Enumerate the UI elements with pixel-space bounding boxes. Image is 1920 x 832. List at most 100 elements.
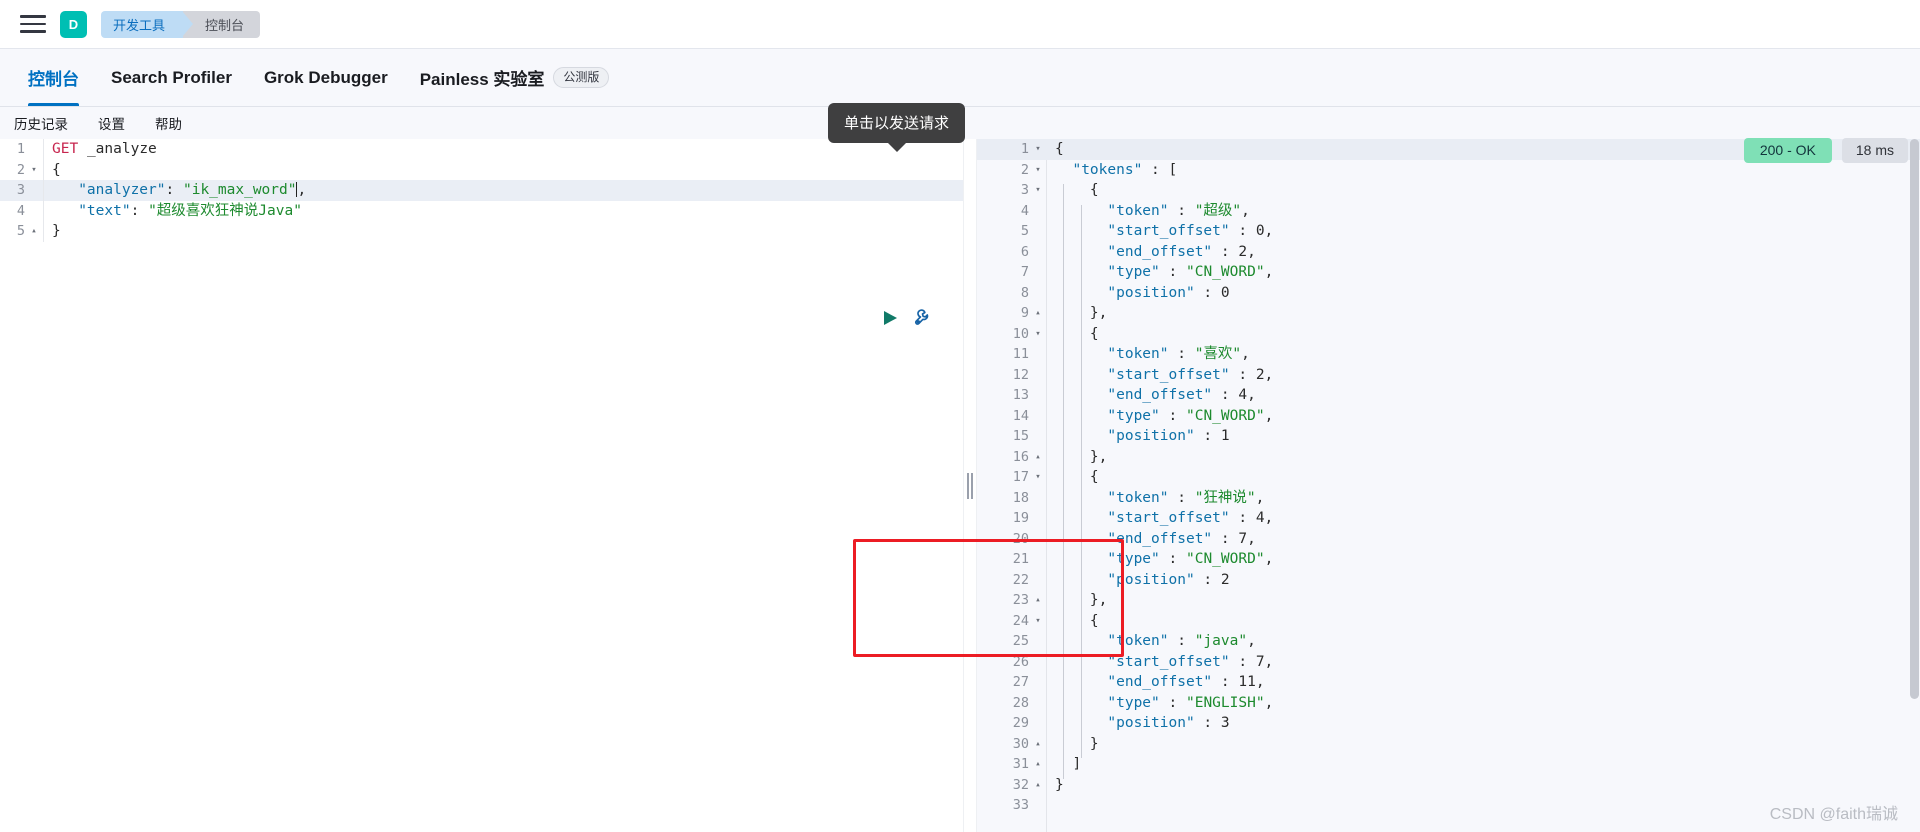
- code-line-content: "token" : "喜欢",: [1047, 344, 1250, 365]
- code-token: :: [1159, 407, 1186, 424]
- code-line[interactable]: 18 "token" : "狂神说",: [977, 488, 1920, 509]
- code-line[interactable]: 25 "token" : "java",: [977, 631, 1920, 652]
- fold-toggle-icon[interactable]: ▾: [1033, 160, 1043, 181]
- line-number: 10: [1012, 325, 1029, 342]
- code-line[interactable]: 31 ▴ ]: [977, 754, 1920, 775]
- code-line-content: "token" : "狂神说",: [1047, 488, 1264, 509]
- code-line[interactable]: 24 ▾ {: [977, 611, 1920, 632]
- code-line[interactable]: 4 "text": "超级喜欢狂神说Java": [0, 200, 963, 221]
- fold-toggle-icon[interactable]: ▴: [29, 221, 39, 242]
- code-line[interactable]: 3 ▾ {: [977, 180, 1920, 201]
- code-line[interactable]: 14 "type" : "CN_WORD",: [977, 406, 1920, 427]
- breadcrumb-item-console[interactable]: 控制台: [183, 10, 261, 38]
- fold-toggle-icon[interactable]: ▾: [1033, 139, 1043, 160]
- code-token: 1: [1220, 428, 1230, 444]
- response-viewer-pane[interactable]: 1 ▾{2 ▾ "tokens" : [3 ▾ {4 "token" : "超级", 5…: [977, 139, 1920, 832]
- code-line-content: "position" : 0: [1047, 283, 1229, 304]
- code-line[interactable]: 29 "position" : 3: [977, 713, 1920, 734]
- subnav-item-help[interactable]: 帮助: [155, 113, 182, 133]
- tab-console[interactable]: 控制台: [12, 49, 95, 106]
- code-line[interactable]: 23 ▴ },: [977, 590, 1920, 611]
- pane-splitter-handle[interactable]: [963, 139, 977, 832]
- code-line[interactable]: 32 ▴}: [977, 775, 1920, 796]
- code-line[interactable]: 33: [977, 795, 1920, 816]
- response-editor-lines[interactable]: 1 ▾{2 ▾ "tokens" : [3 ▾ {4 "token" : "超级", 5…: [977, 139, 1920, 816]
- fold-toggle-icon[interactable]: ▴: [1033, 590, 1043, 611]
- code-line[interactable]: 30 ▴ }: [977, 734, 1920, 755]
- code-token: 4: [1238, 387, 1248, 403]
- wrench-icon[interactable]: [912, 307, 933, 328]
- tab-search-profiler[interactable]: Search Profiler: [95, 49, 248, 106]
- fold-toggle-icon[interactable]: ▾: [1033, 180, 1043, 201]
- request-editor-lines[interactable]: 1 GET _analyze 2 ▾{3 "analyzer": "ik_max_wo…: [0, 139, 963, 242]
- code-token: }: [1055, 776, 1064, 793]
- code-token: }: [52, 223, 61, 239]
- line-number-gutter: 33: [977, 795, 1047, 816]
- code-token: :: [1212, 387, 1239, 403]
- tab-grok-debugger[interactable]: Grok Debugger: [248, 49, 404, 106]
- code-line[interactable]: 21 "type" : "CN_WORD",: [977, 549, 1920, 570]
- code-line[interactable]: 17 ▾ {: [977, 467, 1920, 488]
- code-line[interactable]: 22 "position" : 2: [977, 570, 1920, 591]
- code-token: "CN_WORD": [1185, 407, 1265, 424]
- code-line[interactable]: 7 "type" : "CN_WORD",: [977, 262, 1920, 283]
- subnav-item-history[interactable]: 历史记录: [14, 113, 68, 133]
- code-line[interactable]: 5 "start_offset" : 0,: [977, 221, 1920, 242]
- code-token: :: [1194, 715, 1221, 731]
- fold-toggle-icon[interactable]: ▴: [1033, 775, 1043, 796]
- line-number: 29: [1012, 715, 1029, 731]
- code-line[interactable]: 6 "end_offset" : 2,: [977, 242, 1920, 263]
- fold-toggle-icon[interactable]: ▴: [1033, 754, 1043, 775]
- code-line[interactable]: 5 ▴}: [0, 221, 963, 242]
- fold-toggle-icon[interactable]: ▾: [1033, 324, 1043, 345]
- fold-toggle-icon[interactable]: ▴: [1033, 734, 1043, 755]
- request-editor-pane[interactable]: 1 GET _analyze 2 ▾{3 "analyzer": "ik_max_wo…: [0, 139, 963, 832]
- fold-toggle-icon[interactable]: ▾: [1033, 467, 1043, 488]
- code-line[interactable]: 2 ▾ {: [0, 159, 963, 181]
- code-token: "ENGLISH": [1185, 694, 1265, 711]
- hamburger-menu-icon[interactable]: [20, 13, 46, 35]
- fold-toggle-icon[interactable]: ▾: [1033, 611, 1043, 632]
- code-line[interactable]: 16 ▴ },: [977, 447, 1920, 468]
- code-line[interactable]: 1 GET _analyze: [0, 139, 963, 160]
- code-line[interactable]: 20 "end_offset" : 7,: [977, 529, 1920, 550]
- code-token: "token": [1107, 633, 1169, 649]
- request-editor[interactable]: 1 GET _analyze 2 ▾{3 "analyzer": "ik_max_wo…: [0, 139, 963, 832]
- code-line[interactable]: 4 "token" : "超级",: [977, 201, 1920, 222]
- code-token: "position": [1107, 428, 1195, 444]
- scrollbar-thumb[interactable]: [1910, 139, 1919, 699]
- play-triangle-icon[interactable]: [880, 308, 900, 328]
- code-line[interactable]: 12 "start_offset" : 2,: [977, 365, 1920, 386]
- fold-toggle-icon[interactable]: ▾: [29, 160, 39, 181]
- fold-toggle-icon[interactable]: ▴: [1033, 447, 1043, 468]
- console-workbench: 1 GET _analyze 2 ▾{3 "analyzer": "ik_max_wo…: [0, 139, 1920, 832]
- status-badge-http-code: 200 - OK: [1743, 138, 1832, 163]
- code-token: ,: [1264, 223, 1274, 239]
- code-line[interactable]: 10 ▾ {: [977, 324, 1920, 345]
- fold-toggle-icon[interactable]: ▴: [1033, 303, 1043, 324]
- breadcrumb-item-devtools[interactable]: 开发工具: [101, 10, 194, 38]
- avatar[interactable]: D: [60, 10, 87, 38]
- code-line[interactable]: 28 "type" : "ENGLISH",: [977, 693, 1920, 714]
- code-line[interactable]: 26 "start_offset" : 7,: [977, 652, 1920, 673]
- response-editor[interactable]: 1 ▾{2 ▾ "tokens" : [3 ▾ {4 "token" : "超级", 5…: [977, 139, 1920, 832]
- code-token: ,: [1264, 694, 1274, 711]
- code-line[interactable]: 19 "start_offset" : 4,: [977, 508, 1920, 529]
- line-number-gutter: 25: [977, 631, 1047, 652]
- code-line[interactable]: 9 ▴ },: [977, 303, 1920, 324]
- code-token: 4: [1255, 510, 1265, 526]
- code-line[interactable]: 8 "position" : 0: [977, 283, 1920, 304]
- code-token: 7: [1238, 530, 1248, 547]
- tab-painless-lab[interactable]: Painless 实验室 公测版: [404, 49, 626, 106]
- code-line[interactable]: 27 "end_offset" : 11,: [977, 672, 1920, 693]
- response-vertical-scrollbar[interactable]: [1909, 139, 1920, 832]
- code-line[interactable]: 13 "end_offset" : 4,: [977, 385, 1920, 406]
- code-line[interactable]: 15 "position" : 1: [977, 426, 1920, 447]
- code-line[interactable]: 3 "analyzer": "ik_max_word",: [0, 180, 963, 201]
- line-number: 1: [16, 141, 25, 157]
- subnav-item-settings[interactable]: 设置: [98, 113, 125, 133]
- line-number: 12: [1012, 366, 1029, 383]
- code-line[interactable]: 11 "token" : "喜欢",: [977, 344, 1920, 365]
